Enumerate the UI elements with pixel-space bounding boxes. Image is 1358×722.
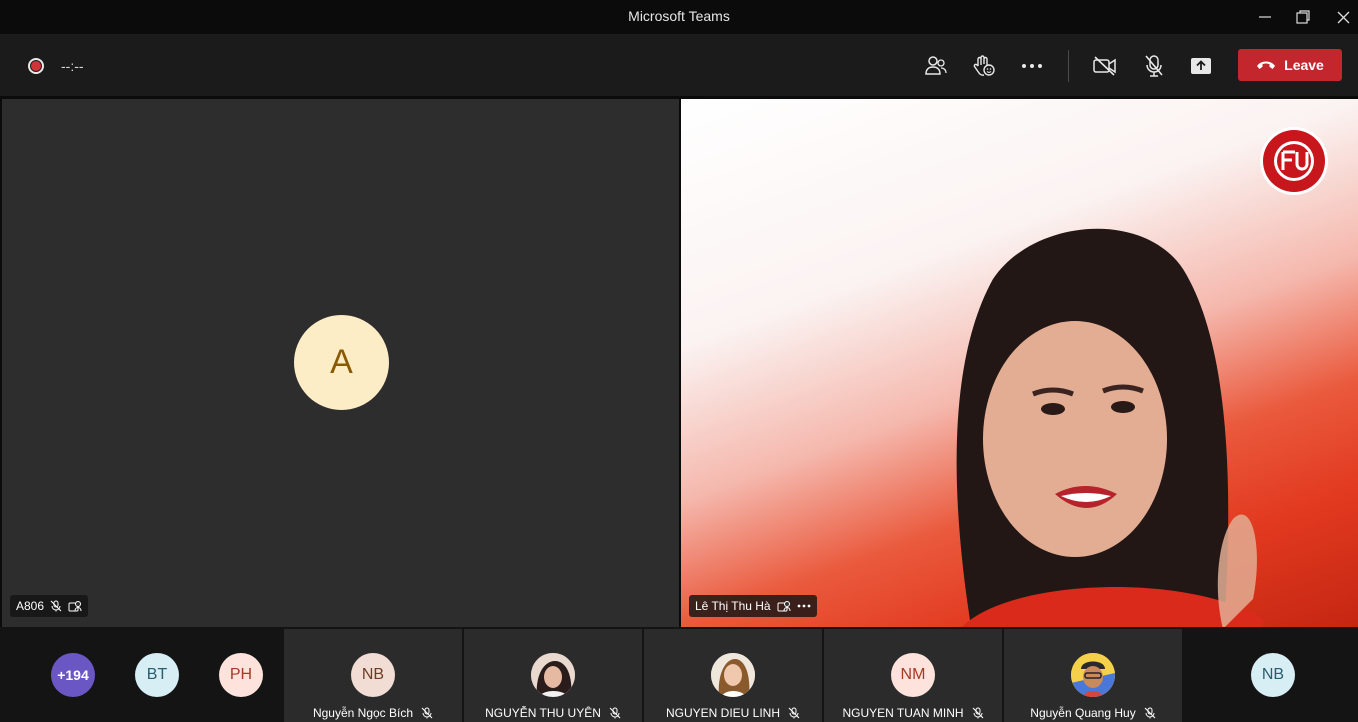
title-bar: Microsoft Teams	[0, 0, 1358, 34]
people-icon	[925, 56, 947, 75]
recording-icon	[28, 58, 44, 74]
restore-icon	[1296, 10, 1310, 24]
university-logo	[1260, 127, 1328, 195]
participant-tile[interactable]: Nguyễn Quang Huy	[1004, 629, 1182, 722]
reactions-button[interactable]	[969, 51, 999, 81]
profile-photo	[1071, 653, 1115, 697]
close-icon	[1337, 11, 1349, 23]
participant-name-row: NGUYEN TUAN MINH	[824, 706, 1002, 720]
close-button[interactable]	[1320, 0, 1358, 34]
hang-up-icon	[1257, 61, 1276, 69]
participant-tile[interactable]: NGUYEN DIEU LINH	[644, 629, 822, 722]
mic-off-icon	[1145, 55, 1163, 77]
video-stage: A A806 Lê Thị Thu Hà	[0, 96, 1358, 627]
avatar[interactable]: BT	[135, 653, 179, 697]
participant-name: Lê Thị Thu Hà	[695, 599, 771, 613]
avatar: NB	[351, 653, 395, 697]
participant-name: NGUYỄN THU UYÊN	[485, 706, 601, 720]
more-actions-button[interactable]	[1017, 51, 1047, 81]
mic-off-icon	[609, 707, 621, 719]
leave-label: Leave	[1284, 57, 1324, 73]
participant-name: A806	[16, 599, 45, 613]
raise-hand-icon	[973, 55, 995, 76]
participant-name: NGUYEN TUAN MINH	[842, 706, 964, 720]
participant-name: Nguyễn Quang Huy	[1030, 706, 1136, 720]
participant-tile[interactable]: NGUYỄN THU UYÊN	[464, 629, 642, 722]
more-icon[interactable]	[797, 604, 811, 608]
meeting-timer: --:--	[61, 58, 84, 74]
toolbar-divider	[1068, 50, 1069, 82]
mic-off-icon	[788, 707, 800, 719]
participants-button[interactable]	[921, 51, 951, 81]
camera-off-icon	[1093, 56, 1116, 76]
participant-tile-a806[interactable]: A A806	[2, 99, 679, 627]
minimize-icon	[1259, 16, 1271, 18]
attendee-icon	[777, 601, 791, 612]
camera-toggle-button[interactable]	[1090, 51, 1120, 81]
share-button[interactable]	[1186, 51, 1216, 81]
mic-off-icon	[972, 707, 983, 719]
participant-name-row: Nguyễn Ngọc Bích	[284, 706, 462, 720]
leave-button[interactable]: Leave	[1238, 49, 1342, 81]
share-screen-icon	[1191, 58, 1211, 74]
participant-strip: +194 BT PH NB Nguyễn Ngọc Bích NGUYỄN TH…	[0, 627, 1358, 722]
participant-name: Nguyễn Ngọc Bích	[312, 706, 414, 720]
participant-name-row: NGUYEN DIEU LINH	[644, 706, 822, 720]
participant-tile[interactable]: NB Nguyễn Ngọc Bích	[284, 629, 462, 722]
name-label-chip: Lê Thị Thu Hà	[689, 595, 817, 617]
mic-off-icon	[421, 707, 433, 719]
meeting-toolbar: --:-- Leave	[0, 34, 1358, 96]
participant-tile-video[interactable]: Lê Thị Thu Hà	[681, 99, 1358, 627]
mic-off-icon	[1144, 707, 1156, 719]
avatar: A	[294, 315, 389, 410]
attendee-icon	[68, 601, 82, 612]
avatar[interactable]: PH	[219, 653, 263, 697]
mic-toggle-button[interactable]	[1139, 51, 1169, 81]
participant-tile[interactable]: NM NGUYEN TUAN MINH	[824, 629, 1002, 722]
avatar[interactable]: NB	[1251, 653, 1295, 697]
profile-photo	[531, 653, 575, 697]
window-title: Microsoft Teams	[628, 8, 730, 24]
profile-photo	[711, 653, 755, 697]
presenter-video	[956, 228, 1263, 627]
overflow-participants-button[interactable]: +194	[51, 653, 95, 697]
participant-name-row: NGUYỄN THU UYÊN	[464, 706, 642, 720]
more-icon	[1022, 64, 1042, 68]
mic-off-icon	[50, 600, 62, 612]
avatar: NM	[891, 653, 935, 697]
name-label-chip: A806	[10, 595, 89, 617]
participant-name: NGUYEN DIEU LINH	[665, 706, 781, 720]
participant-name-row: Nguyễn Quang Huy	[1004, 706, 1182, 720]
